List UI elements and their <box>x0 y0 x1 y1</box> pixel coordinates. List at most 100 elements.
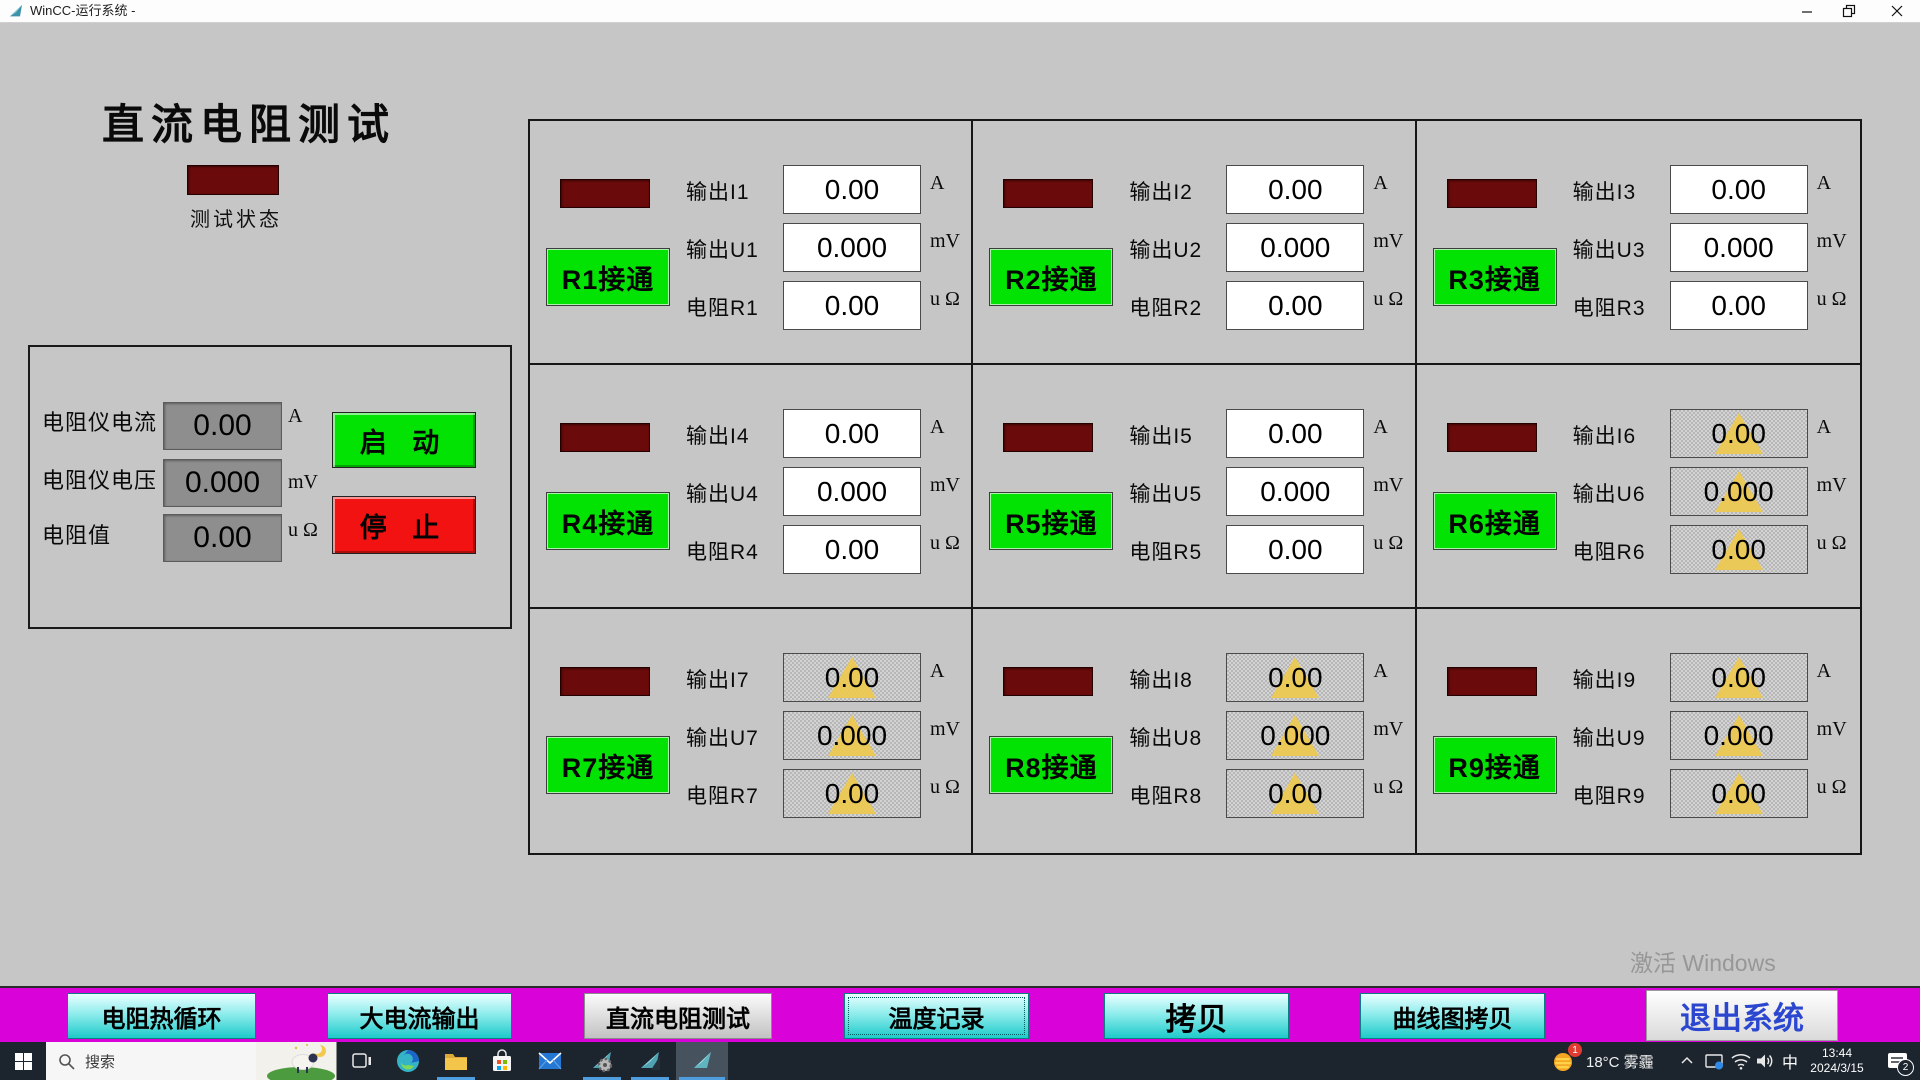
channel-resistance-field[interactable]: 0.00 <box>783 281 921 330</box>
channel-current-unit: A <box>1373 416 1387 439</box>
channel-cell-8: R8接通 输出I8 0.00 A 输出U8 0.000 mV 电阻R8 0.00… <box>973 609 1416 853</box>
nav-button-1[interactable]: 电阻热循环 <box>67 993 256 1039</box>
channel-voltage-value: 0.000 <box>1704 476 1774 508</box>
search-icon <box>58 1053 75 1070</box>
channel-current-field[interactable]: 0.00 <box>1670 165 1808 214</box>
restore-button[interactable] <box>1832 0 1866 22</box>
tray-expand-icon[interactable] <box>1676 1042 1698 1080</box>
channel-resistance-field[interactable]: 0.00 <box>783 769 921 818</box>
test-status-indicator <box>187 165 279 195</box>
meter-voltage-label: 电阻仪电压 <box>42 463 157 495</box>
nav-button-5[interactable]: 拷贝 <box>1104 993 1289 1039</box>
nav-button-7[interactable]: 退出系统 <box>1646 990 1838 1041</box>
channel-cell-9: R9接通 输出I9 0.00 A 输出U9 0.000 mV 电阻R9 0.00… <box>1417 609 1860 853</box>
microsoft-store-icon[interactable] <box>480 1042 524 1080</box>
channel-current-field[interactable]: 0.00 <box>783 653 921 702</box>
nav-button-2[interactable]: 大电流输出 <box>327 993 512 1039</box>
channel-resistance-label: 电阻R3 <box>1573 292 1646 322</box>
channel-voltage-field[interactable]: 0.000 <box>1670 223 1808 272</box>
channel-voltage-value: 0.000 <box>817 476 887 508</box>
channel-current-field[interactable]: 0.00 <box>1670 409 1808 458</box>
channel-resistance-field[interactable]: 0.00 <box>1226 769 1364 818</box>
meter-voltage-unit: mV <box>288 471 318 494</box>
channel-current-value: 0.00 <box>825 174 880 206</box>
channel-voltage-value: 0.000 <box>817 232 887 264</box>
channel-resistance-field[interactable]: 0.00 <box>1226 525 1364 574</box>
nav-button-3[interactable]: 直流电阻测试 <box>584 993 772 1039</box>
edge-browser-icon[interactable] <box>386 1042 430 1080</box>
clock-date: 2024/3/15 <box>1810 1061 1863 1076</box>
meter-current-value: 0.00 <box>163 402 282 450</box>
channel-cell-7: R7接通 输出I7 0.00 A 输出U7 0.000 mV 电阻R7 0.00… <box>530 609 973 853</box>
clock[interactable]: 13:44 2024/3/15 <box>1800 1042 1874 1080</box>
channel-resistance-unit: u Ω <box>1817 532 1847 555</box>
channel-resistance-label: 电阻R5 <box>1129 536 1202 566</box>
windows-start-icon[interactable] <box>0 1042 46 1080</box>
meter-current-unit: A <box>288 405 302 428</box>
wincc-runtime-icon[interactable] <box>676 1042 728 1080</box>
weather-widget[interactable]: 1 18°C 雾霾 <box>1550 1042 1678 1080</box>
channel-resistance-label: 电阻R4 <box>686 536 759 566</box>
channel-voltage-field[interactable]: 0.000 <box>783 467 921 516</box>
notification-badge: 2 <box>1897 1059 1914 1076</box>
channel-cell-2: R2接通 输出I2 0.00 A 输出U2 0.000 mV 电阻R2 0.00… <box>973 121 1416 365</box>
stop-button[interactable]: 停 止 <box>332 496 476 554</box>
start-button[interactable]: 启 动 <box>332 412 476 468</box>
channel-voltage-field[interactable]: 0.000 <box>783 711 921 760</box>
channel-current-label: 输出I9 <box>1573 664 1637 694</box>
channel-voltage-field[interactable]: 0.000 <box>1226 223 1364 272</box>
channel-resistance-value: 0.00 <box>1711 534 1766 566</box>
channel-resistance-label: 电阻R9 <box>1573 780 1646 810</box>
channel-resistance-label: 电阻R1 <box>686 292 759 322</box>
tablet-device-icon[interactable] <box>1700 1042 1728 1080</box>
channel-resistance-field[interactable]: 0.00 <box>783 525 921 574</box>
task-view-icon[interactable] <box>340 1042 384 1080</box>
channel-voltage-label: 输出U4 <box>686 478 759 508</box>
channel-resistance-unit: u Ω <box>1817 288 1847 311</box>
minimize-button[interactable] <box>1790 0 1824 22</box>
channel-voltage-value: 0.000 <box>1260 232 1330 264</box>
nav-button-4[interactable]: 温度记录 <box>844 993 1029 1039</box>
channel-voltage-value: 0.000 <box>817 720 887 752</box>
channel-current-field[interactable]: 0.00 <box>1226 165 1364 214</box>
mail-icon[interactable] <box>528 1042 572 1080</box>
notification-center-icon[interactable]: 2 <box>1878 1042 1918 1080</box>
channel-voltage-field[interactable]: 0.000 <box>783 223 921 272</box>
nav-button-6[interactable]: 曲线图拷贝 <box>1360 993 1545 1039</box>
channel-current-label: 输出I3 <box>1573 176 1637 206</box>
volume-icon[interactable] <box>1752 1042 1778 1080</box>
channel-voltage-field[interactable]: 0.000 <box>1670 467 1808 516</box>
search-input[interactable]: 搜索 <box>46 1042 337 1080</box>
wifi-icon[interactable] <box>1728 1042 1754 1080</box>
channel-current-unit: A <box>1817 660 1831 683</box>
channel-resistance-unit: u Ω <box>930 532 960 555</box>
channel-current-field[interactable]: 0.00 <box>783 409 921 458</box>
channel-current-field[interactable]: 0.00 <box>1226 653 1364 702</box>
channel-cell-1: R1接通 输出I1 0.00 A 输出U1 0.000 mV 电阻R1 0.00… <box>530 121 973 365</box>
wincc-editor-icon[interactable] <box>628 1042 672 1080</box>
channel-resistance-field[interactable]: 0.00 <box>1670 281 1808 330</box>
wincc-config-icon[interactable] <box>580 1042 624 1080</box>
channel-current-label: 输出I4 <box>686 420 750 450</box>
channel-resistance-field[interactable]: 0.00 <box>1670 525 1808 574</box>
channel-voltage-unit: mV <box>1373 718 1403 741</box>
file-explorer-icon[interactable] <box>434 1042 478 1080</box>
channel-resistance-field[interactable]: 0.00 <box>1670 769 1808 818</box>
channel-current-label: 输出I2 <box>1129 176 1193 206</box>
channel-resistance-field[interactable]: 0.00 <box>1226 281 1364 330</box>
channel-current-field[interactable]: 0.00 <box>783 165 921 214</box>
close-icon[interactable] <box>1880 0 1914 22</box>
channel-current-value: 0.00 <box>825 662 880 694</box>
channel-current-value: 0.00 <box>1711 174 1766 206</box>
ime-chinese-indicator[interactable]: 中 <box>1778 1042 1802 1080</box>
channel-voltage-unit: mV <box>1817 718 1847 741</box>
meter-panel: 电阻仪电流 0.00 A 电阻仪电压 0.000 mV 电阻值 0.00 u Ω… <box>28 345 512 629</box>
channel-voltage-field[interactable]: 0.000 <box>1670 711 1808 760</box>
client-area: 直流电阻测试 测试状态 电阻仪电流 0.00 A 电阻仪电压 0.000 mV … <box>0 23 1920 986</box>
channel-voltage-field[interactable]: 0.000 <box>1226 711 1364 760</box>
page-title: 直流电阻测试 <box>102 91 396 152</box>
channel-current-field[interactable]: 0.00 <box>1226 409 1364 458</box>
wincc-logo-icon <box>8 3 24 19</box>
channel-current-field[interactable]: 0.00 <box>1670 653 1808 702</box>
channel-voltage-field[interactable]: 0.000 <box>1226 467 1364 516</box>
